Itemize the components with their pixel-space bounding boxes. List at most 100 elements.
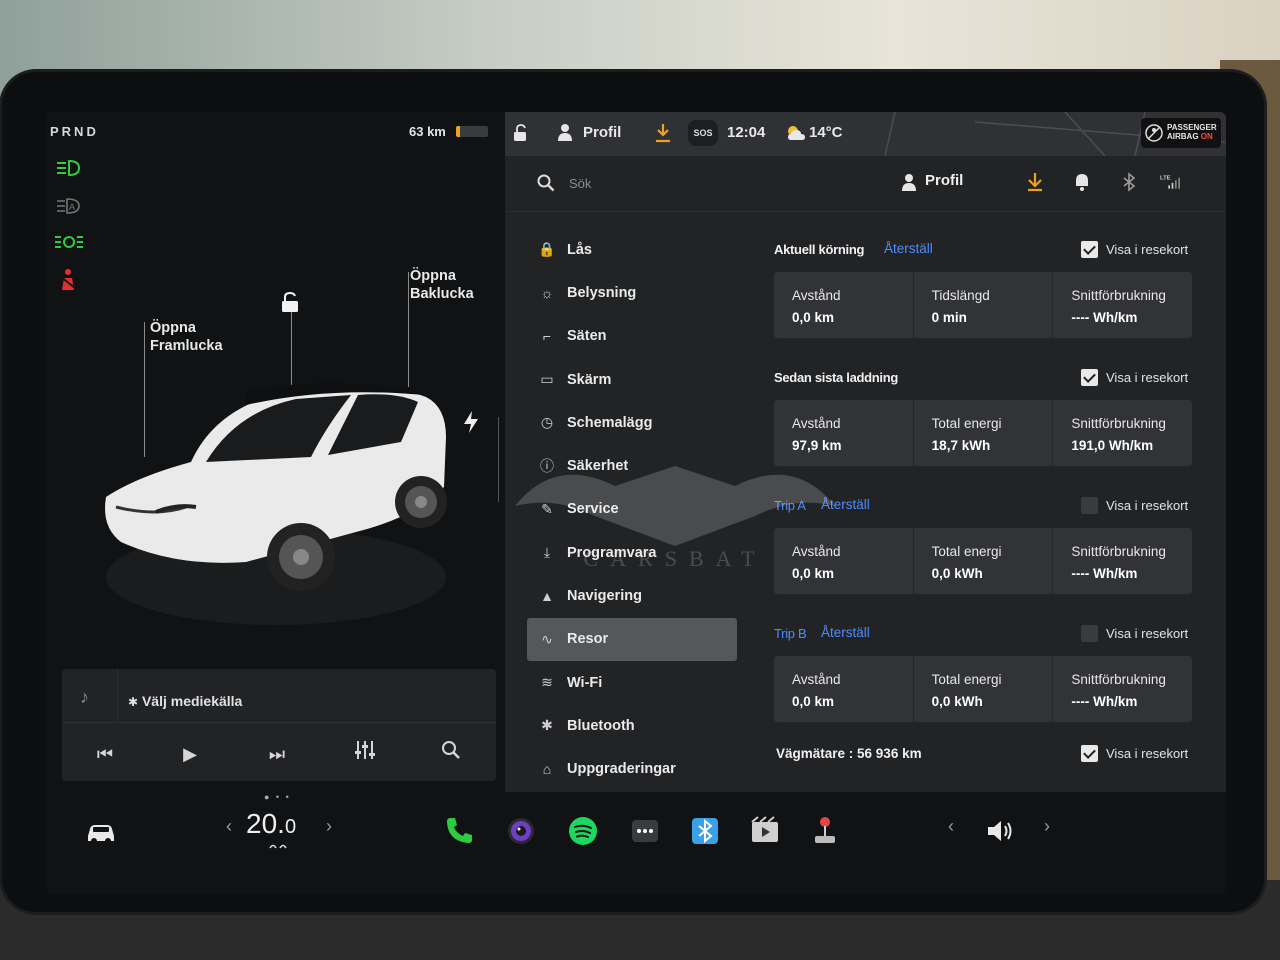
menu-item-bluetooth[interactable]: ✱ Bluetooth — [527, 704, 737, 747]
joystick-icon[interactable] — [808, 814, 842, 848]
cabin-temperature[interactable]: 20.0 — [246, 808, 296, 840]
menu-item-label: Navigering — [567, 588, 642, 605]
stat-cell: Tidslängd 0 min — [914, 272, 1054, 338]
current-drive-checkbox-label[interactable]: Visa i resekort — [1106, 242, 1188, 257]
next-track-button[interactable]: ⏭ — [262, 739, 292, 769]
current-drive-reset-link[interactable]: Återställ — [884, 241, 933, 256]
stat-label: Total energi — [931, 672, 1002, 687]
status-profile-button[interactable]: Profil — [583, 112, 621, 156]
camera-icon[interactable] — [504, 814, 538, 848]
media-search-button[interactable] — [436, 739, 466, 769]
media-source-selector[interactable]: ✱ Välj mediekälla — [128, 693, 242, 709]
stat-value: 0 min — [931, 310, 967, 325]
spotify-icon[interactable] — [566, 814, 600, 848]
charge-port-pointer — [498, 417, 499, 502]
stat-label: Avstånd — [792, 416, 841, 431]
current-drive-checkbox[interactable] — [1081, 241, 1098, 258]
menu-item-label: Resor — [567, 631, 609, 648]
volume-icon[interactable] — [984, 814, 1018, 848]
trip-b-title: Trip B — [774, 626, 807, 641]
settings-search-input[interactable] — [569, 170, 869, 196]
theater-icon[interactable] — [748, 814, 782, 848]
bottom-dock: ● • • ‹ 20.0 › ‹ › — [46, 792, 1226, 894]
play-button[interactable]: ▶ — [175, 739, 205, 769]
previous-track-button[interactable]: ⏮ — [90, 739, 120, 769]
media-divider — [117, 669, 118, 723]
safety-icon: ⓘ — [540, 458, 554, 475]
trip-a-checkbox[interactable] — [1081, 497, 1098, 514]
open-front-trunk-label[interactable]: Öppna Framlucka — [150, 319, 223, 355]
trip-b-reset-link[interactable]: Återställ — [821, 625, 870, 640]
airbag-state: ON — [1200, 132, 1213, 141]
menu-item-wrench[interactable]: ✎ Service — [527, 488, 737, 531]
odometer-checkbox-label[interactable]: Visa i resekort — [1106, 746, 1188, 761]
temp-down-arrow[interactable]: ‹ — [226, 816, 232, 837]
phone-icon[interactable] — [442, 814, 476, 848]
search-icon — [537, 174, 555, 192]
charge-port-icon[interactable] — [462, 410, 480, 434]
menu-item-navigation[interactable]: ▲ Navigering — [527, 574, 737, 617]
more-icon[interactable] — [628, 814, 662, 848]
search-icon — [442, 741, 460, 759]
lock-icon: 🔒 — [538, 241, 556, 258]
trip-a-checkbox-label[interactable]: Visa i resekort — [1106, 498, 1188, 513]
menu-item-wifi[interactable]: ≋ Wi-Fi — [527, 661, 737, 704]
bluetooth-icon: ✱ — [541, 717, 553, 734]
trip-b-checkbox-label[interactable]: Visa i resekort — [1106, 626, 1188, 641]
header-profile-button[interactable]: Profil — [925, 172, 963, 189]
stat-value: 0,0 km — [792, 566, 835, 581]
menu-item-seat[interactable]: ⌐ Säten — [527, 315, 737, 358]
trip-b-header: Trip B Återställ Visa i resekort — [774, 624, 1192, 646]
passenger-airbag-indicator: PASSENGER AIRBAG ON — [1141, 118, 1221, 148]
clock-icon: ◷ — [540, 414, 554, 431]
unlock-icon[interactable] — [513, 124, 531, 142]
page-dots: ● • • — [264, 792, 291, 802]
stat-cell: Snittförbrukning ---- Wh/km — [1053, 656, 1192, 722]
menu-item-trips[interactable]: ∿ Resor — [527, 617, 737, 661]
bell-icon[interactable] — [1072, 172, 1092, 192]
trip-a-reset-link[interactable]: Återställ — [821, 497, 870, 512]
odometer-checkbox[interactable] — [1081, 745, 1098, 762]
trip-b-checkbox[interactable] — [1081, 625, 1098, 642]
sos-button[interactable]: SOS — [688, 120, 718, 146]
since-charge-checkbox-label[interactable]: Visa i resekort — [1106, 370, 1188, 385]
stat-label: Snittförbrukning — [1071, 672, 1166, 687]
menu-item-display[interactable]: ▭ Skärm — [527, 358, 737, 401]
equalizer-button[interactable] — [350, 739, 380, 769]
download-icon[interactable] — [1025, 172, 1045, 192]
current-drive-stats: Avstånd 0,0 km Tidslängd 0 min Snittförbru… — [774, 272, 1192, 338]
airbag-icon — [1145, 124, 1163, 142]
bluetooth-icon[interactable] — [1119, 172, 1139, 192]
menu-item-bag[interactable]: ⌂ Uppgraderingar — [527, 748, 737, 791]
volume-down-arrow[interactable]: ‹ — [948, 816, 954, 837]
unlocked-icon[interactable] — [279, 292, 301, 312]
seat-icon: ⌐ — [542, 328, 552, 345]
temp-up-arrow[interactable]: › — [326, 816, 332, 837]
menu-item-lock[interactable]: 🔒 Lås — [527, 228, 737, 271]
since-charge-checkbox[interactable] — [1081, 369, 1098, 386]
music-note-icon: ♪ — [80, 687, 89, 707]
volume-up-arrow[interactable]: › — [1044, 816, 1050, 837]
stat-value: ---- Wh/km — [1071, 694, 1138, 709]
outside-temperature: 14°C — [809, 124, 843, 141]
car-panel: PRND 63 km A Öppna Baklucka Öppna Framlu… — [46, 112, 504, 792]
profile-icon — [558, 124, 572, 141]
partly-cloudy-icon — [788, 126, 805, 140]
car-icon[interactable] — [84, 814, 118, 848]
menu-item-safety[interactable]: ⓘ Säkerhet — [527, 444, 737, 487]
menu-item-clock[interactable]: ◷ Schemalägg — [527, 401, 737, 444]
trip-a-header: Trip A Återställ Visa i resekort — [774, 496, 1192, 518]
media-source-row[interactable]: ♪ ✱ Välj mediekälla — [62, 669, 496, 723]
front-trunk-label-line1: Öppna — [150, 320, 196, 336]
status-bar: Profil SOS 12:04 14°C PASSENGER AIRBAG O… — [505, 112, 1226, 156]
trip-a-title: Trip A — [774, 498, 806, 513]
stat-value: 0,0 km — [792, 694, 835, 709]
menu-item-light[interactable]: ☼ Belysning — [527, 271, 737, 314]
open-rear-trunk-label[interactable]: Öppna Baklucka — [410, 267, 474, 303]
stat-label: Avstånd — [792, 288, 841, 303]
software-update-icon[interactable] — [655, 123, 671, 143]
menu-item-download[interactable]: ⤓ Programvara — [527, 531, 737, 574]
seat-heater-icon[interactable] — [268, 842, 290, 854]
trips-icon: ∿ — [541, 630, 553, 647]
bluetooth-icon[interactable] — [688, 814, 722, 848]
